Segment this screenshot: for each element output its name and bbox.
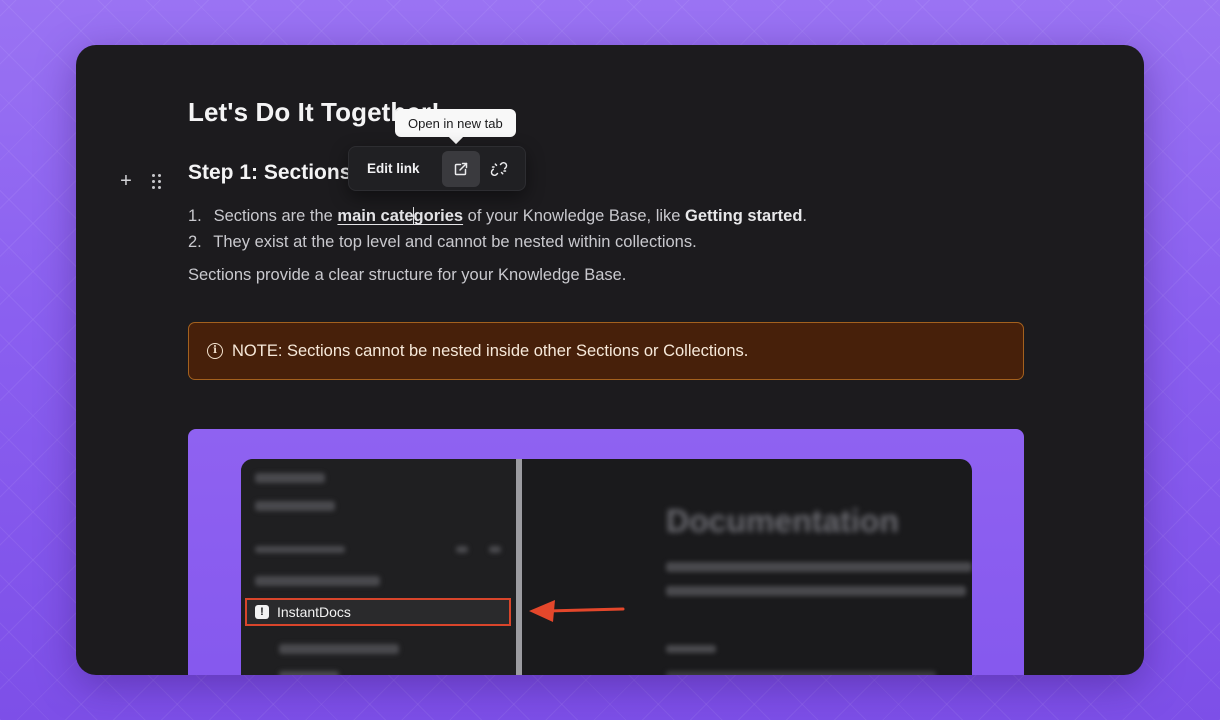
instantdocs-item-highlighted: ! InstantDocs <box>245 598 511 626</box>
list-text: of your Knowledge Base, like <box>463 207 686 225</box>
note-callout[interactable]: i NOTE: Sections cannot be nested inside… <box>188 322 1024 380</box>
external-link-icon <box>454 162 467 175</box>
edit-link-button[interactable]: Edit link <box>367 161 420 176</box>
link-toolbar: Edit link <box>348 146 526 191</box>
blurred-title: Documentation <box>666 503 899 539</box>
paragraph[interactable]: Sections provide a clear structure for y… <box>188 266 626 285</box>
numbered-list: 1. Sections are the main categories of y… <box>188 203 807 255</box>
instantdocs-label: InstantDocs <box>277 604 351 620</box>
screenshot-image: ! InstantDocs Documentation <box>241 459 972 675</box>
info-icon: i <box>207 343 223 359</box>
doc-icon: ! <box>255 605 269 619</box>
bold-text: Getting started <box>685 207 803 225</box>
list-number: 2. <box>188 233 202 251</box>
list-text: Sections are the <box>213 207 338 225</box>
block-controls: + <box>116 171 161 191</box>
step-heading[interactable]: Step 1: Sections <box>188 161 351 185</box>
main-categories-link[interactable]: main categories <box>337 207 463 225</box>
list-item[interactable]: 2. They exist at the top level and canno… <box>188 229 807 255</box>
open-in-new-tab-button[interactable] <box>441 150 480 187</box>
callout-text: NOTE: Sections cannot be nested inside o… <box>232 341 749 360</box>
red-arrow-icon <box>529 600 625 622</box>
unlink-button[interactable] <box>480 151 518 187</box>
embedded-image[interactable]: ! InstantDocs Documentation <box>188 429 1024 675</box>
editor-window: + Let's Do It Together! Step 1: Sections… <box>76 45 1144 675</box>
panel-divider <box>516 459 522 675</box>
list-number: 1. <box>188 207 202 225</box>
list-item[interactable]: 1. Sections are the main categories of y… <box>188 203 807 229</box>
unlink-icon <box>490 161 507 176</box>
drag-handle-icon[interactable] <box>152 173 161 189</box>
blurred-sidebar: ! InstantDocs <box>241 459 516 675</box>
open-in-new-tab-tooltip: Open in new tab <box>395 109 516 137</box>
add-block-icon[interactable]: + <box>116 171 136 191</box>
list-text: They exist at the top level and cannot b… <box>213 233 697 251</box>
